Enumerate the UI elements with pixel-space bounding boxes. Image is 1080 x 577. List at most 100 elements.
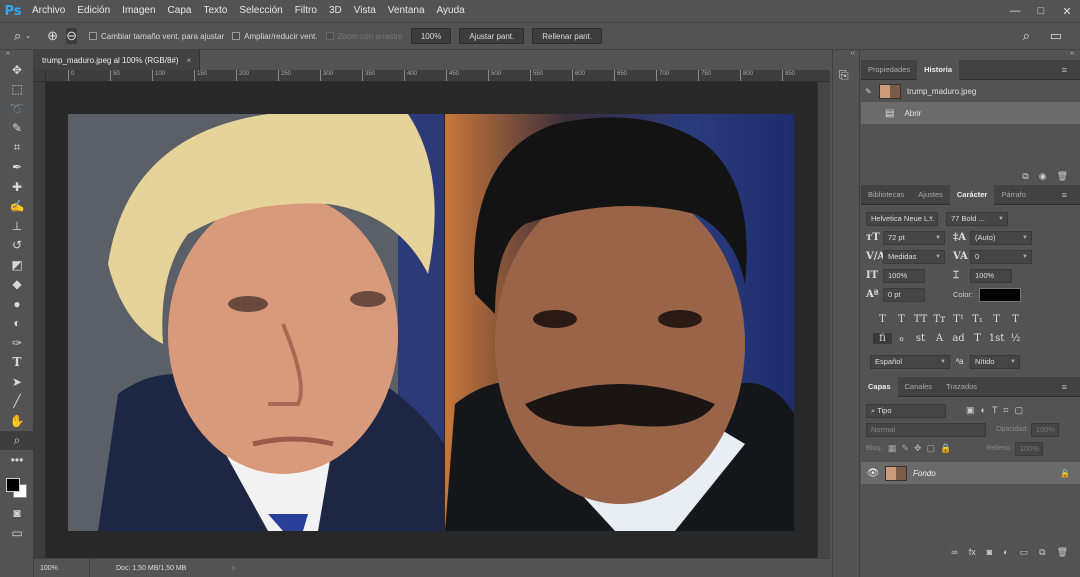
layer-row[interactable]: 👁 Fondo 🔒 (861, 462, 1080, 484)
collapse-panels-icon[interactable]: » (861, 50, 1080, 60)
tab-adjustments[interactable]: Ajustes (911, 185, 950, 205)
link-layers-icon[interactable]: ∞ (951, 547, 957, 557)
status-menu-arrow[interactable]: › (232, 565, 234, 572)
collapse-icon[interactable]: » (0, 50, 33, 60)
opentype-button[interactable]: fi (873, 333, 892, 344)
layer-style-icon[interactable]: fx (969, 547, 976, 557)
opentype-button[interactable]: A (930, 333, 949, 344)
type-style-button[interactable]: T (1006, 314, 1025, 325)
camera-icon[interactable]: ◉ (1039, 171, 1047, 182)
layer-filter-icons[interactable]: ▣◐T⌗▢ (966, 405, 1029, 416)
path-selection-tool-icon[interactable]: ➤ (0, 372, 34, 392)
blur-tool-icon[interactable]: ● (0, 294, 34, 314)
line-tool-icon[interactable]: ╱ (0, 392, 34, 412)
type-style-button[interactable]: TT (911, 314, 930, 325)
maximize-button[interactable]: □ (1028, 0, 1054, 22)
zoom-tool-icon[interactable]: ⌕ (14, 28, 21, 44)
fill-screen-button[interactable]: Rellenar pant. (532, 28, 603, 44)
eyedropper-tool-icon[interactable]: ✒ (0, 158, 34, 178)
visibility-eye-icon[interactable]: 👁 (861, 468, 885, 479)
screen-mode-icon[interactable]: ▭ (0, 523, 34, 543)
tab-paragraph[interactable]: Párrafo (994, 185, 1033, 205)
resize-windows-checkbox[interactable]: Cambiar tamaño vent. para ajustar (88, 32, 224, 41)
opentype-button[interactable]: ℴ (892, 333, 911, 344)
zoom-in-icon[interactable]: ⊕ (47, 28, 58, 44)
opentype-button[interactable]: st (911, 333, 930, 344)
panel-menu-icon[interactable]: ≡ (1055, 60, 1074, 80)
adjustment-layer-icon[interactable]: ◐ (1003, 547, 1008, 557)
vertical-scrollbar[interactable] (817, 82, 830, 558)
dodge-tool-icon[interactable]: ◐ (0, 314, 34, 334)
text-color-swatch[interactable] (979, 287, 1021, 302)
menu-item-imagen[interactable]: Imagen (116, 0, 161, 22)
crop-tool-icon[interactable]: ⌗ (0, 138, 34, 158)
leading-field[interactable]: (Auto) ▼ (970, 230, 1032, 245)
collapse-icon[interactable]: ‹‹ (833, 50, 859, 60)
minimize-button[interactable]: — (1002, 0, 1028, 22)
opentype-button[interactable]: 1st (987, 333, 1006, 344)
history-step[interactable]: ▤ Abrir (861, 102, 1080, 124)
zoom-level-field[interactable]: 100% (34, 559, 90, 577)
history-brush-tool-icon[interactable]: ↺ (0, 236, 34, 256)
menu-item-ayuda[interactable]: Ayuda (431, 0, 471, 22)
layer-filter-select[interactable]: ⌕ Tipo (866, 403, 946, 418)
type-style-button[interactable]: T₁ (968, 314, 987, 325)
lock-icons[interactable]: ▦✎✥▢🔒 (888, 443, 956, 454)
opacity-field[interactable]: 100% (1030, 422, 1059, 437)
close-button[interactable]: ✕ (1054, 0, 1080, 22)
zoom-tool-icon[interactable]: ⌕ (0, 430, 34, 450)
menu-item-capa[interactable]: Capa (162, 0, 198, 22)
document-image[interactable] (68, 114, 794, 531)
menu-item-edici-n[interactable]: Edición (71, 0, 116, 22)
history-panel-icon[interactable]: ⎘ (839, 68, 853, 83)
tracking-field[interactable]: 0 ▼ (970, 249, 1032, 264)
brush-tool-icon[interactable]: ✍ (0, 197, 34, 217)
panel-menu-icon[interactable]: ≡ (1055, 377, 1074, 397)
new-layer-icon[interactable]: ⧉ (1039, 547, 1045, 558)
move-tool-icon[interactable]: ✥ (0, 60, 34, 80)
menu-item-archivo[interactable]: Archivo (26, 0, 71, 22)
fill-field[interactable]: 100% (1014, 441, 1043, 456)
baseline-shift-field[interactable]: 0 pt (883, 287, 925, 302)
menu-item-vista[interactable]: Vista (348, 0, 382, 22)
menu-item-texto[interactable]: Texto (197, 0, 233, 22)
zoom-all-checkbox[interactable]: Ampliar/reducir vent. (232, 32, 318, 41)
document-tab[interactable]: trump_maduro.jpeg al 100% (RGB/8#) × (34, 50, 201, 70)
tab-libraries[interactable]: Bibliotecas (861, 185, 911, 205)
healing-brush-tool-icon[interactable]: ✚ (0, 177, 34, 197)
history-snapshot[interactable]: ✎ trump_maduro.jpeg (861, 80, 1080, 102)
menu-item-ventana[interactable]: Ventana (382, 0, 431, 22)
quick-select-tool-icon[interactable]: ✎ (0, 119, 34, 139)
type-style-button[interactable]: T¹ (949, 314, 968, 325)
menu-item-selecci-n[interactable]: Selección (233, 0, 288, 22)
scrubby-zoom-checkbox[interactable]: Zoom con arrastre (325, 32, 403, 41)
horizontal-scale-field[interactable]: 100% (970, 268, 1012, 283)
close-tab-icon[interactable]: × (187, 56, 192, 65)
foreground-color-swatch[interactable] (6, 477, 20, 492)
new-group-icon[interactable]: ▭ (1020, 547, 1029, 558)
tab-character[interactable]: Carácter (949, 184, 995, 205)
workspace-icon[interactable]: ▭ (1050, 28, 1062, 44)
font-style-select[interactable]: 77 Bold ... ▼ (946, 211, 1008, 226)
blend-mode-select[interactable]: Normal (866, 422, 986, 437)
fit-screen-button[interactable]: Ajustar pant. (459, 28, 525, 44)
clone-stamp-tool-icon[interactable]: ⊥ (0, 216, 34, 236)
search-icon[interactable]: ⌕ (1023, 28, 1030, 44)
lasso-tool-icon[interactable]: ➰ (0, 99, 34, 119)
canvas-area[interactable] (46, 82, 830, 558)
menu-item-filtro[interactable]: Filtro (289, 0, 323, 22)
type-tool-icon[interactable]: T (0, 353, 34, 373)
tab-history[interactable]: Historia (917, 59, 960, 80)
font-family-select[interactable]: Helvetica Neue L... ▼ (866, 211, 938, 226)
type-style-button[interactable]: T (873, 314, 892, 325)
history-brush-source-icon[interactable]: ✎ (865, 87, 875, 96)
zoom-out-icon[interactable]: ⊖ (66, 28, 77, 44)
chevron-down-icon[interactable]: ⌄ (25, 32, 31, 40)
language-select[interactable]: Español ▼ (870, 354, 950, 369)
tab-layers[interactable]: Capas (861, 376, 898, 397)
trash-icon[interactable]: 🗑 (1057, 171, 1068, 182)
antialias-select[interactable]: Nítido ▼ (970, 354, 1020, 369)
tab-channels[interactable]: Canales (898, 377, 940, 397)
kerning-select[interactable]: Medidas ▼ (883, 249, 945, 264)
quick-mask-icon[interactable]: ◙ (0, 504, 34, 524)
